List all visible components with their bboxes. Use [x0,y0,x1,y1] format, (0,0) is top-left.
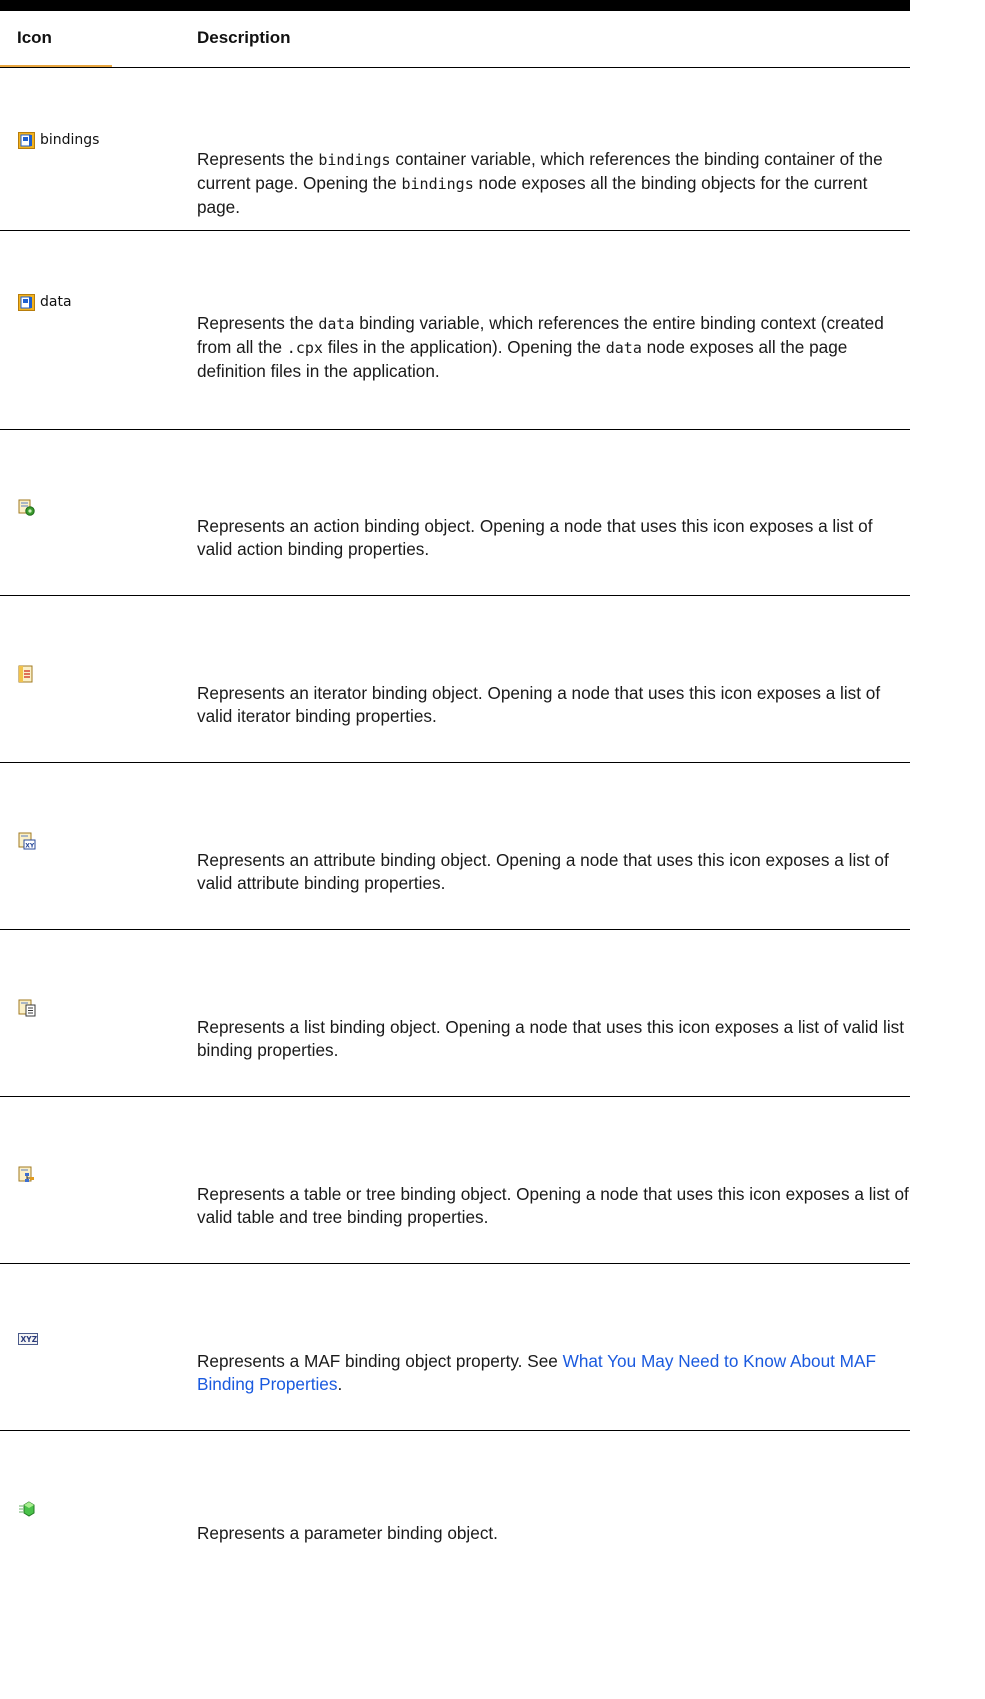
icon-cell [18,1166,36,1184]
table-row: XY Represents an attribute binding objec… [0,763,910,930]
icon-cell: XYZ [18,1333,38,1345]
code-data: data [318,315,355,333]
icon-cell [18,665,34,683]
header-icon: Icon [17,28,52,47]
svg-text:XYZ: XYZ [21,1335,38,1344]
table-row: Represents a list binding object. Openin… [0,930,910,1097]
attribute-binding-icon: XY [18,832,36,850]
description-cell: Represents an action binding object. Ope… [197,515,910,561]
bindings-tab-highlight [0,65,112,67]
desc-text: . [337,1374,343,1394]
icon-cell: bindings [18,132,99,149]
desc-text: Represents the [197,149,319,169]
icon-cell: data [18,294,72,311]
table-row: Represents an action binding object. Ope… [0,430,910,596]
table-row: XYZ Represents a MAF binding object prop… [0,1264,910,1431]
desc-text: Represents an iterator binding object. O… [197,683,881,726]
svg-text:XY: XY [25,842,35,849]
table-row: bindings Represents the bindings contain… [0,65,910,231]
description-cell: Represents a list binding object. Openin… [197,1016,910,1062]
table-row: data Represents the data binding variabl… [0,231,910,430]
description-cell: Represents the data binding variable, wh… [197,312,910,383]
header-description: Description [197,28,291,47]
table-header-row: Icon Description [0,11,910,68]
desc-text: Represents a list binding object. Openin… [197,1017,905,1060]
binding-property-xyz-icon: XYZ [18,1333,38,1345]
table-top-rule [0,0,910,11]
desc-text: Represents the [197,313,319,333]
icon-label: data [40,293,72,310]
table-row: Represents a table or tree binding objec… [0,1097,910,1264]
desc-text: Represents a parameter binding object. [197,1523,498,1543]
description-cell: Represents an attribute binding object. … [197,849,910,895]
code-cpx: .cpx [286,339,323,357]
action-binding-icon [18,499,36,517]
description-cell: Represents a table or tree binding objec… [197,1183,910,1229]
description-cell: Represents an iterator binding object. O… [197,682,910,728]
table-tree-binding-icon [18,1166,36,1184]
desc-text: Represents a MAF binding object property… [197,1351,563,1371]
desc-text: Represents an action binding object. Ope… [197,516,873,559]
desc-text: Represents an attribute binding object. … [197,850,889,893]
icon-cell: XY [18,832,36,850]
icon-description-table: Icon Description bindings Represents the… [0,0,910,1611]
desc-text: files in the application). Opening the [322,337,606,357]
icon-label: bindings [40,131,100,148]
icon-cell [18,499,36,517]
folder-data-icon [18,294,35,311]
table-row: Represents an iterator binding object. O… [0,596,910,763]
list-binding-icon [18,999,36,1017]
icon-cell [18,999,36,1017]
parameter-binding-icon [18,1501,36,1517]
code-data: data [605,339,642,357]
table-row: Represents a parameter binding object. [0,1431,910,1611]
icon-cell [18,1501,36,1517]
folder-bindings-icon [18,132,35,149]
iterator-binding-icon [18,665,34,683]
desc-text: Represents a table or tree binding objec… [197,1184,909,1227]
code-bindings: bindings [318,151,391,169]
code-bindings: bindings [401,175,474,193]
description-cell: Represents the bindings container variab… [197,148,910,219]
description-cell: Represents a parameter binding object. [197,1522,910,1545]
description-cell: Represents a MAF binding object property… [197,1350,910,1396]
